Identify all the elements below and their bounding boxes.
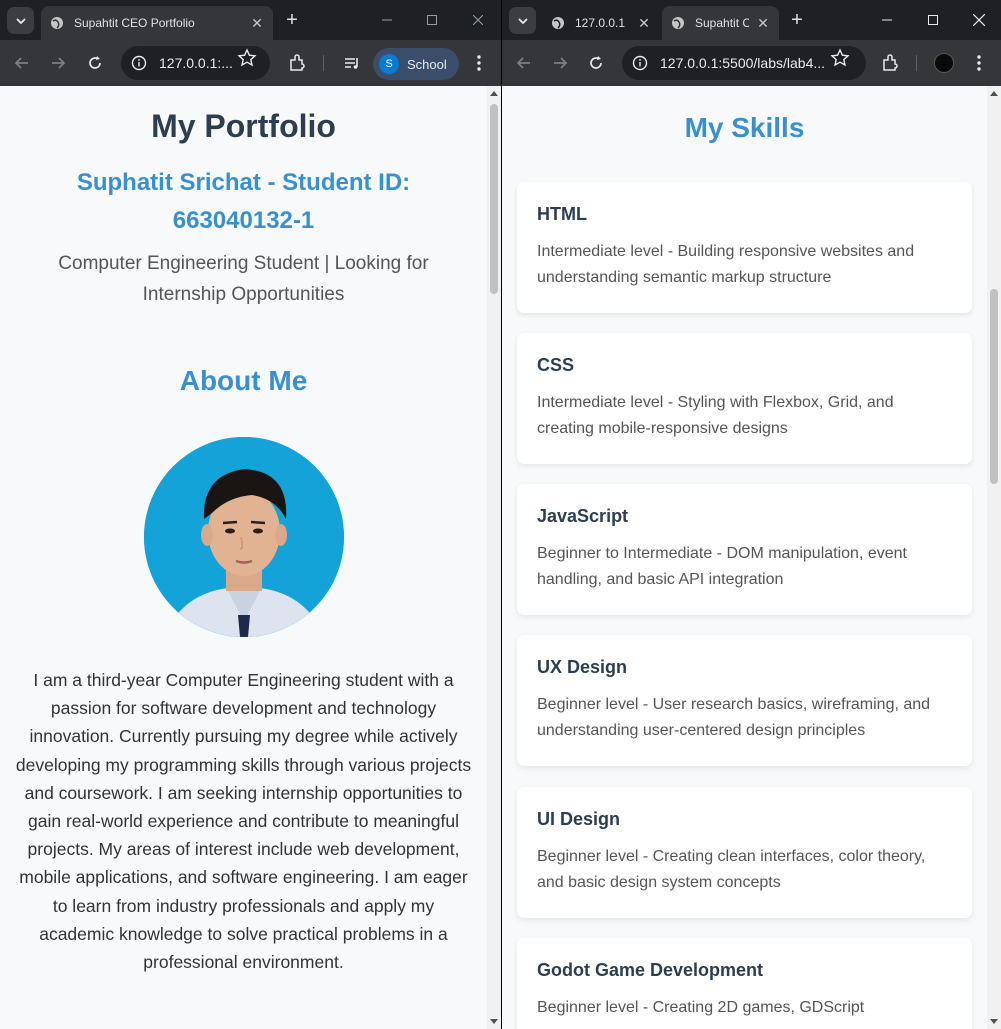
skill-description: Intermediate level - Building responsive…	[537, 243, 915, 286]
menu-kebab-icon[interactable]	[468, 52, 490, 74]
browser-toolbar: 127.0.0.1:5500/labs/lab4...	[502, 40, 1001, 86]
globe-icon	[550, 15, 566, 31]
close-icon[interactable]: ✕	[249, 15, 265, 31]
toolbar-divider	[323, 55, 324, 71]
globe-icon	[49, 15, 65, 31]
scrollbar-thumb[interactable]	[990, 289, 998, 484]
tab-strip: 127.0.0.1 ✕ Supahtit C ✕ +	[502, 0, 1001, 40]
info-icon[interactable]	[632, 55, 648, 71]
skills-heading: My Skills	[684, 112, 805, 143]
maximize-icon[interactable]	[918, 8, 948, 32]
extensions-icon[interactable]	[286, 52, 308, 74]
skill-description: Intermediate level - Styling with Flexbo…	[537, 394, 894, 437]
skill-card: CSS Intermediate level - Styling with Fl…	[517, 333, 972, 464]
new-tab-button[interactable]: +	[281, 9, 303, 31]
scroll-up-arrow-icon[interactable]	[990, 91, 998, 96]
close-icon[interactable]: ✕	[755, 15, 771, 31]
bookmark-star-icon[interactable]	[830, 48, 850, 68]
chevron-down-icon	[517, 17, 528, 24]
about-text: I am a third-year Computer Engineering s…	[15, 670, 472, 973]
reload-icon[interactable]	[84, 52, 106, 74]
reload-icon[interactable]	[585, 52, 607, 74]
profile-button[interactable]: S School	[373, 48, 459, 80]
skill-title: Godot Game Development	[537, 960, 764, 980]
portfolio-page: My Portfolio Suphatit Srichat - Student …	[0, 86, 487, 1029]
profile-label: School	[407, 56, 447, 72]
tagline: Computer Engineering Student | Looking f…	[58, 253, 429, 305]
tab-title: 127.0.0.1	[575, 16, 626, 30]
scroll-down-arrow-icon[interactable]	[990, 1019, 998, 1024]
profile-avatar: S	[379, 54, 399, 74]
about-heading: About Me	[179, 365, 308, 396]
student-name: Suphatit Srichat - Student ID: 663040132…	[76, 169, 411, 234]
tab-search-button[interactable]	[7, 7, 34, 34]
page-title: My Portfolio	[151, 108, 336, 144]
skill-title: CSS	[537, 355, 575, 375]
tab-search-button[interactable]	[509, 7, 536, 34]
chevron-down-icon	[15, 17, 26, 24]
tab-portfolio[interactable]: Supahtit CEO Portfolio ✕	[41, 6, 273, 40]
bookmark-star-icon[interactable]	[237, 48, 257, 68]
browser-window-left: Supahtit CEO Portfolio ✕ + 127.0.0.1:...…	[0, 0, 501, 1029]
forward-arrow-icon[interactable]	[47, 52, 69, 74]
page-scrollbar[interactable]	[987, 86, 1001, 1029]
skill-title: UX Design	[537, 657, 628, 677]
maximize-icon[interactable]	[417, 8, 447, 32]
media-queue-icon[interactable]	[341, 52, 363, 74]
scroll-up-arrow-icon[interactable]	[490, 91, 498, 96]
window-close-icon[interactable]	[964, 8, 994, 32]
minimize-icon[interactable]	[872, 8, 902, 32]
skill-card: Godot Game Development Beginner level - …	[517, 938, 972, 1029]
skill-card: HTML Intermediate level - Building respo…	[517, 182, 972, 313]
skill-description: Beginner to Intermediate - DOM manipulat…	[537, 545, 907, 588]
skill-title: UI Design	[537, 809, 621, 829]
skill-card: JavaScript Beginner to Intermediate - DO…	[517, 484, 972, 615]
tab-localhost[interactable]: 127.0.0.1 ✕	[542, 6, 660, 40]
scrollbar-thumb[interactable]	[490, 104, 498, 294]
forward-arrow-icon[interactable]	[549, 52, 571, 74]
page-scrollbar[interactable]	[487, 86, 501, 1029]
info-icon[interactable]	[131, 55, 147, 71]
window-close-icon[interactable]	[463, 8, 493, 32]
menu-kebab-icon[interactable]	[968, 52, 990, 74]
new-tab-button[interactable]: +	[786, 9, 808, 31]
tab-portfolio[interactable]: Supahtit C ✕	[662, 6, 779, 40]
extensions-icon[interactable]	[879, 52, 901, 74]
globe-icon	[670, 15, 686, 31]
skill-title: HTML	[537, 204, 587, 224]
skill-card: UX Design Beginner level - User research…	[517, 635, 972, 766]
scroll-down-arrow-icon[interactable]	[490, 1019, 498, 1024]
tab-strip: Supahtit CEO Portfolio ✕ +	[0, 0, 501, 40]
back-arrow-icon[interactable]	[513, 52, 535, 74]
url-text: 127.0.0.1:5500/labs/lab4...	[660, 55, 826, 71]
browser-toolbar: 127.0.0.1:... S School	[0, 40, 501, 86]
skill-card: UI Design Beginner level - Creating clea…	[517, 787, 972, 918]
skill-description: Beginner level - Creating clean interfac…	[537, 848, 926, 891]
skill-description: Beginner level - Creating 2D games, GDSc…	[537, 999, 865, 1016]
back-arrow-icon[interactable]	[11, 52, 33, 74]
skill-description: Beginner level - User research basics, w…	[537, 696, 931, 739]
close-icon[interactable]: ✕	[636, 15, 652, 31]
minimize-icon[interactable]	[372, 8, 402, 32]
window-divider	[501, 0, 502, 1029]
profile-photo	[144, 437, 344, 637]
profile-avatar[interactable]	[934, 53, 954, 73]
toolbar-divider	[916, 55, 917, 71]
tab-title: Supahtit CEO Portfolio	[74, 16, 195, 30]
skills-page: My Skills HTML Intermediate level - Buil…	[502, 86, 987, 1029]
tab-title: Supahtit C	[695, 16, 749, 30]
url-text: 127.0.0.1:...	[159, 55, 233, 71]
browser-window-right: 127.0.0.1 ✕ Supahtit C ✕ + 127.0.0.1:550…	[502, 0, 1001, 1029]
skill-title: JavaScript	[537, 506, 629, 526]
